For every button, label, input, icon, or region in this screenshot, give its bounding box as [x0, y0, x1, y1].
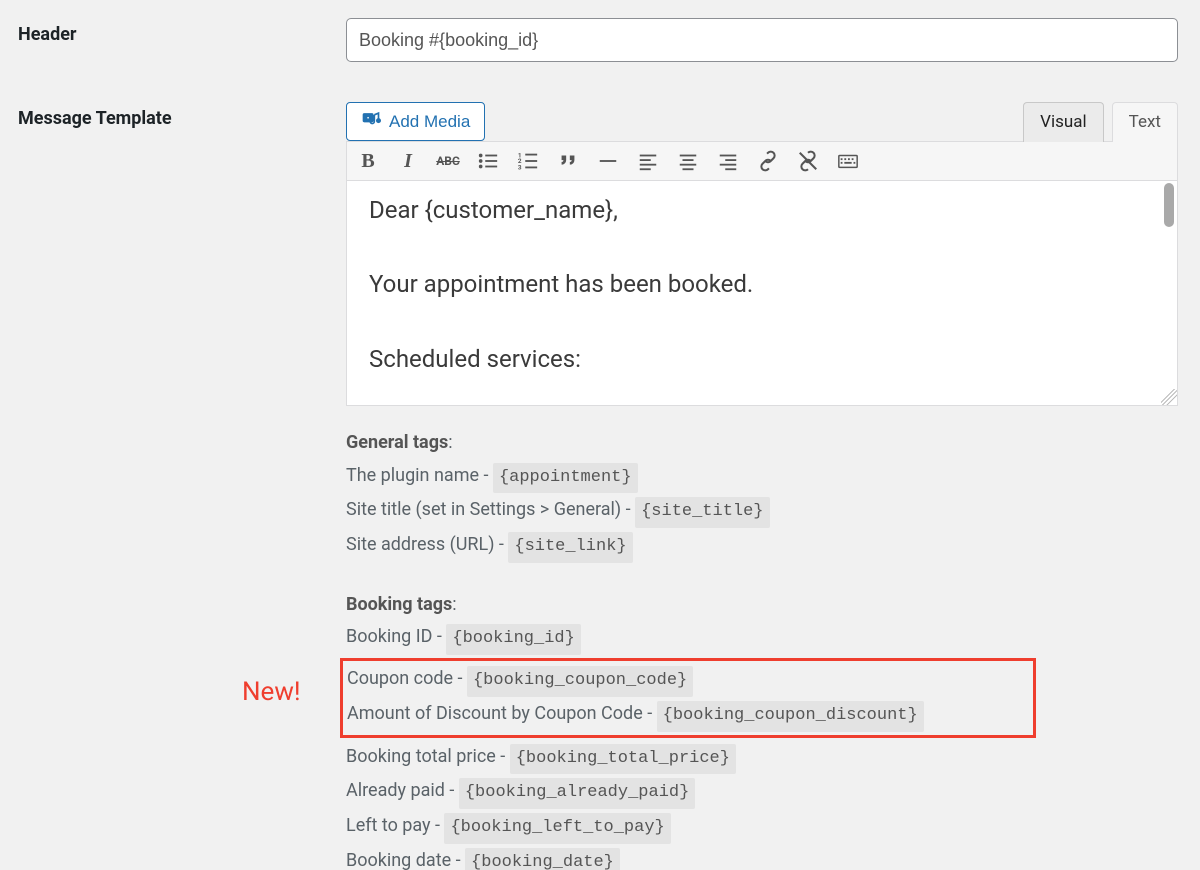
keyboard-button[interactable] [837, 150, 859, 172]
tag-site-title: {site_title} [635, 497, 769, 528]
message-template-label: Message Template [18, 102, 346, 129]
header-input[interactable] [346, 18, 1178, 62]
tag-left-to-pay: {booking_left_to_pay} [444, 813, 670, 844]
tag-appointment: {appointment} [493, 463, 638, 494]
link-button[interactable] [757, 150, 779, 172]
add-media-label: Add Media [389, 112, 470, 132]
tag-booking-date: {booking_date} [465, 848, 620, 870]
hr-button[interactable] [597, 150, 619, 172]
editor-resize-handle[interactable] [1161, 389, 1177, 405]
tag-total-price: {booking_total_price} [510, 744, 736, 775]
editor-scrollbar[interactable] [1163, 183, 1175, 403]
blockquote-button[interactable] [557, 150, 579, 172]
italic-button[interactable]: I [397, 150, 419, 172]
general-tags-title: General tags [346, 432, 448, 453]
align-left-button[interactable] [637, 150, 659, 172]
header-label: Header [18, 18, 346, 45]
add-media-button[interactable]: Add Media [346, 102, 485, 141]
tab-visual[interactable]: Visual [1023, 102, 1103, 142]
svg-text:3: 3 [518, 163, 522, 171]
tag-booking-id: {booking_id} [446, 624, 580, 655]
tag-already-paid: {booking_already_paid} [459, 778, 695, 809]
editor-toolbar: B I ABC 123 [347, 142, 1177, 181]
camera-music-icon [361, 109, 381, 134]
unordered-list-button[interactable] [477, 150, 499, 172]
tab-text[interactable]: Text [1112, 102, 1178, 142]
tags-help-area: General tags: The plugin name - {appoint… [346, 406, 1178, 870]
editor-container: B I ABC 123 [346, 141, 1178, 406]
align-right-button[interactable] [717, 150, 739, 172]
new-tags-highlight: Coupon code - {booking_coupon_code} Amou… [340, 658, 1036, 738]
editor-content[interactable]: Dear {customer_name}, Your appointment h… [347, 181, 1177, 405]
booking-tags-title: Booking tags [346, 594, 452, 615]
unlink-button[interactable] [797, 150, 819, 172]
tag-coupon-discount: {booking_coupon_discount} [657, 701, 924, 732]
tag-site-link: {site_link} [508, 532, 632, 563]
new-callout: New! [242, 670, 301, 716]
bold-button[interactable]: B [357, 150, 379, 172]
editor-line-1: Dear {customer_name}, [369, 191, 1155, 229]
tag-coupon-code: {booking_coupon_code} [467, 666, 693, 697]
editor-line-2: Your appointment has been booked. [369, 265, 1155, 303]
align-center-button[interactable] [677, 150, 699, 172]
strikethrough-button[interactable]: ABC [437, 150, 459, 172]
ordered-list-button[interactable]: 123 [517, 150, 539, 172]
editor-line-3: Scheduled services: [369, 340, 1155, 378]
